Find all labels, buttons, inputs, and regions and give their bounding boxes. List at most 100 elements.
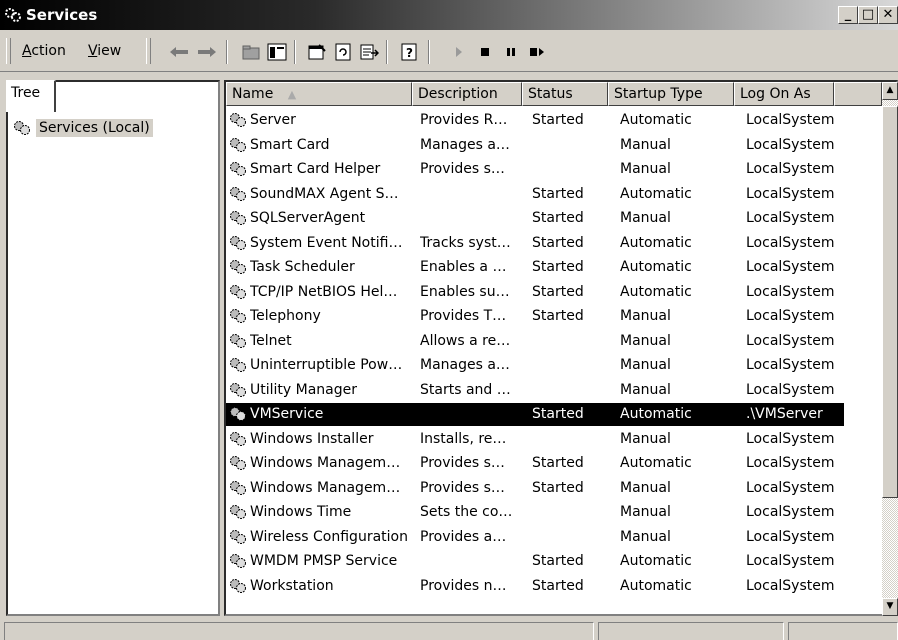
scroll-down-button[interactable]: ▼ bbox=[882, 598, 898, 616]
restart-service-icon bbox=[530, 48, 544, 56]
menu-view[interactable]: View bbox=[88, 43, 121, 59]
table-row[interactable]: Windows Managem… Provides s… Started Manual… bbox=[226, 477, 844, 500]
up-one-level-button[interactable] bbox=[240, 41, 262, 63]
toolbar-grip[interactable] bbox=[6, 38, 11, 64]
service-gear-icon bbox=[230, 578, 246, 593]
close-button[interactable]: ✕ bbox=[878, 6, 898, 24]
service-name: Smart Card Helper bbox=[250, 161, 381, 177]
toolbar-separator bbox=[386, 40, 388, 64]
service-startup-type: Manual bbox=[620, 210, 671, 226]
service-gear-icon bbox=[230, 309, 246, 323]
service-log-on-as: LocalSystem bbox=[746, 161, 835, 177]
vertical-scrollbar[interactable]: ▲ ▼ bbox=[882, 82, 898, 616]
service-name: Wireless Configuration bbox=[250, 528, 408, 545]
service-gear-icon bbox=[230, 407, 246, 421]
export-list-button[interactable] bbox=[358, 41, 380, 63]
forward-button[interactable] bbox=[196, 41, 218, 63]
service-startup-type: Automatic bbox=[620, 259, 692, 275]
table-row[interactable]: Telnet Allows a re… Manual LocalSystem bbox=[226, 330, 844, 353]
column-header-status[interactable]: Status bbox=[522, 82, 608, 106]
service-name: Windows Managem… bbox=[250, 479, 401, 496]
table-row[interactable]: Smart Card Helper Provides s… Manual LocalS… bbox=[226, 158, 844, 181]
table-row[interactable]: SoundMAX Agent S… Started Automatic LocalSy… bbox=[226, 183, 844, 206]
minimize-button[interactable]: _ bbox=[838, 6, 858, 24]
pause-service-button[interactable] bbox=[500, 41, 522, 63]
service-startup-type: Manual bbox=[620, 357, 671, 373]
sort-ascending-icon: ▲ bbox=[287, 88, 297, 101]
window-title: Services bbox=[26, 6, 98, 24]
toolbar-separator bbox=[428, 40, 430, 64]
table-row[interactable]: Telephony Provides T… Started Manual LocalSy… bbox=[226, 305, 844, 328]
service-startup-type: Automatic bbox=[620, 283, 692, 300]
service-name: Telnet bbox=[250, 332, 292, 349]
back-button[interactable] bbox=[168, 41, 190, 63]
help-button[interactable]: ? bbox=[398, 41, 420, 63]
service-startup-type: Manual bbox=[620, 381, 671, 398]
table-row[interactable]: Smart Card Manages a… Manual LocalSystem bbox=[226, 134, 844, 157]
service-gear-icon bbox=[230, 333, 246, 348]
service-log-on-as: LocalSystem bbox=[746, 577, 835, 594]
service-log-on-as: .\VMServer bbox=[746, 406, 823, 422]
properties-button[interactable] bbox=[306, 41, 328, 63]
service-startup-type: Manual bbox=[620, 479, 671, 496]
menu-view-rest: iew bbox=[97, 43, 122, 59]
column-header-description[interactable]: Description bbox=[412, 82, 522, 106]
table-row[interactable]: Windows Time Sets the co… Manual LocalSyste… bbox=[226, 501, 844, 524]
service-name: Windows Managem… bbox=[250, 455, 401, 471]
stop-service-button[interactable] bbox=[474, 41, 496, 63]
table-row[interactable]: Workstation Provides n… Started Automatic Lo… bbox=[226, 575, 844, 598]
table-row[interactable]: Wireless Configuration Provides a… Manual L… bbox=[226, 526, 844, 549]
service-log-on-as: LocalSystem bbox=[746, 479, 835, 496]
table-row[interactable]: Server Provides R… Started Automatic LocalSy… bbox=[226, 109, 844, 132]
table-row[interactable]: Windows Installer Installs, re… Manual Loca… bbox=[226, 428, 844, 451]
table-row[interactable]: Uninterruptible Pow… Manages a… Manual Loca… bbox=[226, 354, 844, 377]
table-row-selected[interactable]: VMService Started Automatic .\VMServer bbox=[226, 403, 844, 426]
menu-action[interactable]: Action bbox=[22, 43, 66, 59]
back-arrow-icon bbox=[170, 47, 188, 57]
service-startup-type: Manual bbox=[620, 528, 671, 545]
title-bar[interactable]: Services _ □ ✕ bbox=[0, 0, 898, 30]
tab-tree[interactable]: Tree bbox=[6, 80, 56, 112]
service-status: Started bbox=[532, 308, 584, 324]
table-row[interactable]: WMDM PMSP Service Started Automatic LocalSy… bbox=[226, 550, 844, 573]
table-row[interactable]: Task Scheduler Enables a … Started Automati… bbox=[226, 256, 844, 279]
status-panel-3 bbox=[788, 622, 898, 640]
table-row[interactable]: System Event Notifi… Tracks syst… Started A… bbox=[226, 232, 844, 255]
service-gear-icon bbox=[230, 162, 246, 176]
scroll-up-button[interactable]: ▲ bbox=[882, 82, 898, 100]
service-description: Sets the co… bbox=[420, 504, 513, 520]
service-log-on-as: LocalSystem bbox=[746, 210, 835, 226]
table-row[interactable]: Utility Manager Starts and … Manual LocalSy… bbox=[226, 379, 844, 402]
service-status: Started bbox=[532, 406, 584, 422]
toolbar-grip-2[interactable] bbox=[146, 38, 151, 64]
service-name: Windows Installer bbox=[250, 430, 374, 447]
restart-service-button[interactable] bbox=[526, 41, 548, 63]
status-panel-2 bbox=[598, 622, 784, 640]
refresh-button[interactable] bbox=[332, 41, 354, 63]
table-row[interactable]: TCP/IP NetBIOS Hel… Enables su… Started Aut… bbox=[226, 281, 844, 304]
help-icon: ? bbox=[401, 43, 417, 61]
tree-pane[interactable] bbox=[6, 80, 220, 616]
service-gear-icon bbox=[230, 358, 246, 372]
service-description: Provides T… bbox=[420, 308, 507, 324]
show-hide-tree-button[interactable] bbox=[266, 41, 288, 63]
service-status: Started bbox=[532, 553, 584, 569]
service-name: Windows Time bbox=[250, 504, 352, 520]
table-row[interactable]: Windows Managem… Provides s… Started Automa… bbox=[226, 452, 844, 475]
service-status: Started bbox=[532, 234, 584, 251]
column-header-startup-type[interactable]: Startup Type bbox=[608, 82, 734, 106]
scroll-thumb[interactable] bbox=[882, 106, 898, 498]
column-header-log-on-as[interactable]: Log On As bbox=[734, 82, 834, 106]
tree-item-services-local[interactable]: Services (Local) bbox=[12, 119, 153, 137]
service-gear-icon bbox=[230, 529, 246, 544]
table-row[interactable]: SQLServerAgent Started Manual LocalSystem bbox=[226, 207, 844, 230]
service-log-on-as: LocalSystem bbox=[746, 381, 835, 398]
maximize-button[interactable]: □ bbox=[858, 6, 878, 24]
start-service-button[interactable] bbox=[448, 41, 470, 63]
refresh-icon bbox=[335, 43, 351, 61]
column-header-label: Log On As bbox=[740, 86, 811, 102]
service-name: TCP/IP NetBIOS Hel… bbox=[250, 283, 398, 300]
toolbar-separator bbox=[226, 40, 228, 64]
column-header-name[interactable]: Name ▲ bbox=[226, 82, 412, 106]
service-description: Starts and … bbox=[420, 381, 511, 398]
